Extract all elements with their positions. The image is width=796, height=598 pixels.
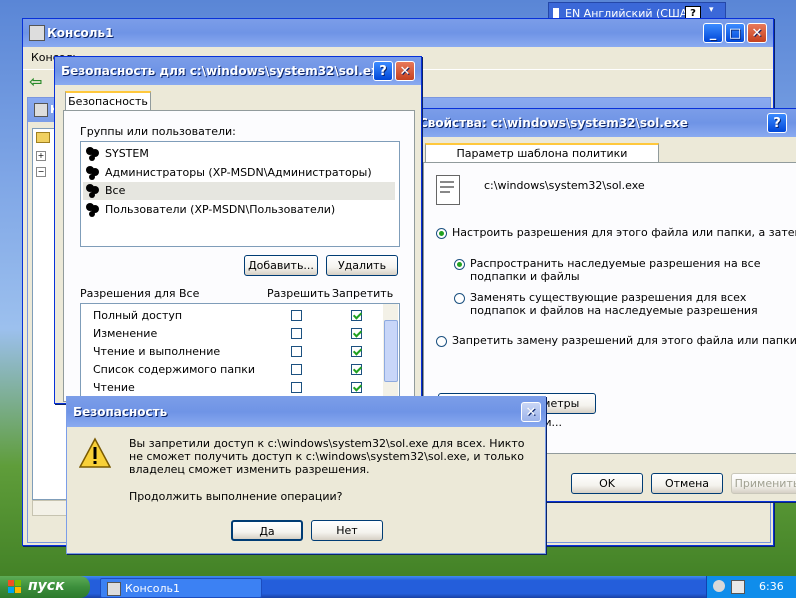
list-item[interactable]: SYSTEM — [83, 145, 395, 163]
tray-icon[interactable] — [713, 580, 725, 592]
deny-checkbox[interactable] — [351, 310, 362, 321]
radio-propagate-label[interactable]: Распространить наследуемые разрешения на… — [470, 257, 790, 283]
close-button[interactable]: ✕ — [747, 23, 767, 43]
windows-logo-icon — [8, 580, 22, 594]
console-app-icon — [29, 25, 45, 41]
close-button[interactable]: ✕ — [521, 402, 541, 422]
clock[interactable]: 6:36 — [759, 580, 784, 593]
console-titlebar[interactable]: Консоль1 _ □ ✕ — [23, 19, 773, 47]
allow-checkbox[interactable] — [291, 346, 302, 357]
users-listbox: SYSTEM Администраторы (XP-MSDN\Администр… — [80, 141, 400, 247]
warning-icon — [79, 437, 111, 468]
taskbar-task-console[interactable]: Консоль1 — [100, 578, 262, 598]
back-arrow-icon[interactable]: ⇦ — [29, 72, 42, 91]
allow-checkbox[interactable] — [291, 364, 302, 375]
yes-button[interactable]: Да — [231, 520, 303, 541]
permission-row: Полный доступ — [81, 306, 381, 324]
permissions-list: Полный доступ Изменение Чтение и выполне… — [80, 303, 400, 401]
list-item[interactable]: Пользователи (XP-MSDN\Пользователи) — [83, 201, 395, 219]
alert-title: Безопасность — [73, 405, 168, 419]
tray-icon[interactable] — [731, 580, 745, 594]
properties-title: Свойства: c:\windows\system32\sol.exe — [419, 116, 688, 130]
start-label: пуск — [28, 578, 65, 594]
radio-configure-label[interactable]: Настроить разрешения для этого файла или… — [452, 226, 796, 239]
radio-configure[interactable] — [436, 228, 447, 239]
radio-replace-label[interactable]: Заменять существующие разрешения для все… — [470, 291, 790, 317]
user-group-icon — [85, 147, 101, 161]
alert-question: Продолжить выполнение операции? — [129, 490, 343, 503]
security-alert-dialog: Безопасность ✕ Вы запретили доступ к c:\… — [66, 396, 546, 554]
tree-expand-icon[interactable]: − — [36, 167, 46, 177]
taskbar: пуск Консоль1 6:36 — [0, 576, 796, 598]
task-label: Консоль1 — [125, 582, 181, 595]
permission-row: Чтение — [81, 378, 381, 396]
permission-row: Список содержимого папки — [81, 360, 381, 378]
list-item[interactable]: Администраторы (XP-MSDN\Администраторы) — [83, 164, 395, 182]
tab-policy-template[interactable]: Параметр шаблона политики безопасности — [425, 143, 659, 177]
apply-button: Применить — [731, 473, 796, 494]
tab-security[interactable]: Безопасность — [65, 91, 151, 111]
folder-icon — [36, 132, 50, 143]
allow-checkbox[interactable] — [291, 310, 302, 321]
permission-row: Изменение — [81, 324, 381, 342]
policy-file-path: c:\windows\system32\sol.exe — [484, 179, 645, 192]
inner-app-icon — [34, 103, 48, 117]
help-button[interactable]: ? — [373, 61, 393, 81]
allow-checkbox[interactable] — [291, 328, 302, 339]
scrollbar-thumb[interactable] — [384, 320, 398, 382]
allow-header: Разрешить — [267, 287, 331, 300]
permission-row: Чтение и выполнение — [81, 342, 381, 360]
properties-titlebar[interactable]: Свойства: c:\windows\system32\sol.exe ? — [413, 109, 796, 137]
keyboard-icon — [553, 8, 559, 18]
no-button[interactable]: Нет — [311, 520, 383, 541]
minimize-button[interactable]: _ — [703, 23, 723, 43]
user-group-icon — [85, 166, 101, 180]
radio-deny[interactable] — [436, 336, 447, 347]
alert-titlebar[interactable]: Безопасность ✕ — [67, 397, 545, 427]
user-group-icon — [85, 184, 101, 198]
deny-checkbox[interactable] — [351, 364, 362, 375]
start-button[interactable]: пуск — [0, 576, 90, 598]
allow-checkbox[interactable] — [291, 382, 302, 393]
close-button[interactable]: ✕ — [395, 61, 415, 81]
deny-checkbox[interactable] — [351, 328, 362, 339]
security-dialog: Безопасность для c:\windows\system32\sol… — [54, 56, 422, 404]
security-title: Безопасность для c:\windows\system32\sol… — [61, 64, 387, 78]
ok-button[interactable]: OK — [571, 473, 643, 494]
radio-replace[interactable] — [454, 293, 465, 304]
radio-propagate[interactable] — [454, 259, 465, 270]
maximize-button[interactable]: □ — [725, 23, 745, 43]
list-item-selected[interactable]: Все — [83, 182, 395, 200]
console-app-icon — [107, 582, 121, 596]
user-group-icon — [85, 203, 101, 217]
help-button[interactable]: ? — [767, 113, 787, 133]
add-user-button[interactable]: Добавить... — [244, 255, 318, 276]
options-icon[interactable]: ▾ — [709, 5, 714, 15]
deny-checkbox[interactable] — [351, 382, 362, 393]
groups-label: Группы или пользователи: — [80, 125, 236, 138]
security-titlebar[interactable]: Безопасность для c:\windows\system32\sol… — [55, 57, 421, 85]
cancel-button[interactable]: Отмена — [651, 473, 723, 494]
alert-message: Вы запретили доступ к c:\windows\system3… — [129, 437, 525, 476]
tree-expand-icon[interactable]: + — [36, 151, 46, 161]
policy-file-icon — [436, 175, 460, 205]
radio-deny-label[interactable]: Запретить замену разрешений для этого фа… — [452, 334, 796, 347]
console-title: Консоль1 — [47, 26, 114, 40]
deny-header: Запретить — [332, 287, 394, 300]
remove-user-button[interactable]: Удалить — [326, 255, 398, 276]
deny-checkbox[interactable] — [351, 346, 362, 357]
permissions-label: Разрешения для Все — [80, 287, 200, 300]
permissions-scrollbar[interactable] — [383, 304, 398, 400]
system-tray: 6:36 — [706, 576, 796, 598]
security-tab-panel: Группы или пользователи: SYSTEM Админист… — [63, 110, 415, 402]
